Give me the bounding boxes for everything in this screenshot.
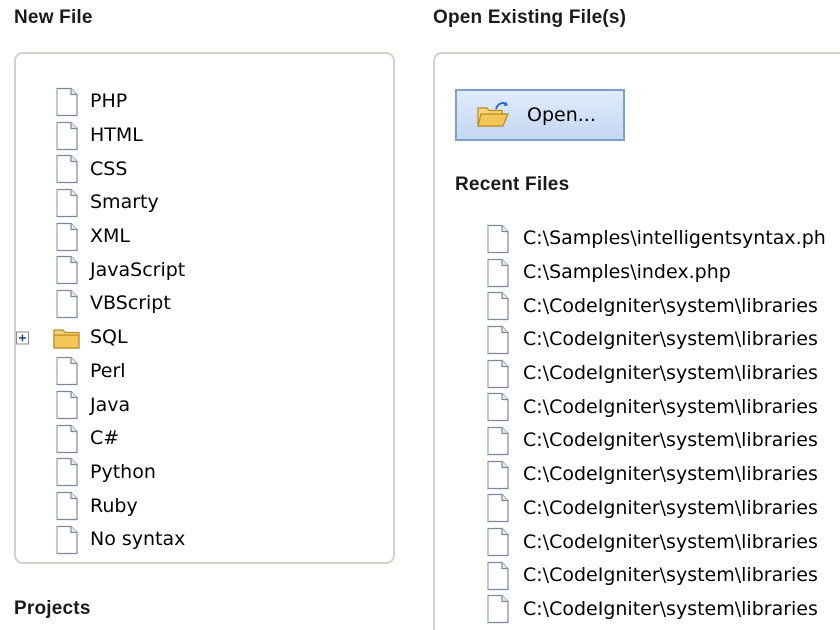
open-existing-heading: Open Existing File(s) [433,7,627,28]
expand-plus-icon[interactable] [16,331,29,344]
document-icon [483,392,513,422]
recent-file-path: C:\CodeIgniter\system\libraries [523,496,818,519]
document-icon [483,359,513,389]
document-icon [483,426,513,456]
new-file-item-label: PHP [90,90,128,113]
new-file-item-label: Java [90,393,131,416]
recent-file-path: C:\CodeIgniter\system\libraries [523,463,818,486]
document-icon [483,224,513,254]
open-button[interactable]: Open... [455,89,625,141]
new-file-item-java[interactable]: Java [52,388,185,422]
document-icon [52,457,82,487]
document-icon [483,291,513,321]
document-icon [52,289,82,319]
open-button-label: Open... [527,103,596,126]
open-folder-icon [475,100,511,130]
new-file-heading: New File [14,7,93,28]
new-file-item-sql[interactable]: SQL [52,321,185,355]
new-file-item-label: HTML [90,124,143,147]
recent-files-heading: Recent Files [455,174,570,195]
recent-file-item[interactable]: C:\CodeIgniter\system\libraries [483,424,826,458]
new-file-item-label: SQL [90,326,128,349]
new-file-item-no-syntax[interactable]: No syntax [52,523,185,557]
document-icon [52,222,82,252]
document-icon [483,325,513,355]
document-icon [483,460,513,490]
document-icon [483,594,513,624]
new-file-item-label: Python [90,460,156,483]
document-icon [483,527,513,557]
document-icon [483,561,513,591]
recent-file-item[interactable]: C:\CodeIgniter\system\libraries [483,525,826,559]
new-file-item-ruby[interactable]: Ruby [52,489,185,523]
document-icon [52,525,82,555]
new-file-item-css[interactable]: CSS [52,152,185,186]
new-file-item-label: CSS [90,157,128,180]
recent-file-item[interactable]: C:\Samples\index.php [483,256,826,290]
new-file-item-php[interactable]: PHP [52,85,185,119]
projects-heading: Projects [14,598,91,619]
recent-file-path: C:\CodeIgniter\system\libraries [523,294,818,317]
document-icon [52,390,82,420]
recent-files-list: C:\Samples\intelligentsyntax.ph C:\Sampl… [483,222,826,626]
folder-icon [52,323,82,353]
document-icon [483,493,513,523]
recent-file-item[interactable]: C:\Samples\intelligentsyntax.ph [483,222,826,256]
new-file-item-label: No syntax [90,528,186,551]
recent-file-path: C:\CodeIgniter\system\libraries [523,530,818,553]
new-file-item-vbscript[interactable]: VBScript [52,287,185,321]
recent-file-path: C:\CodeIgniter\system\libraries [523,597,818,620]
open-existing-panel: Open... Recent Files C:\Samples\intellig… [433,52,840,630]
recent-file-item[interactable]: C:\CodeIgniter\system\libraries [483,323,826,357]
new-file-item-label: XML [90,225,130,248]
new-file-item-csharp[interactable]: C# [52,422,185,456]
new-file-item-label: Smarty [90,191,159,214]
new-file-tree: PHP HTML CSS Smarty XML JavaScript VBScr… [52,85,185,557]
recent-file-item[interactable]: C:\CodeIgniter\system\libraries [483,559,826,593]
recent-file-item[interactable]: C:\CodeIgniter\system\libraries [483,593,826,627]
recent-file-path: C:\CodeIgniter\system\libraries [523,328,818,351]
new-file-item-perl[interactable]: Perl [52,355,185,389]
new-file-item-javascript[interactable]: JavaScript [52,253,185,287]
recent-file-item[interactable]: C:\CodeIgniter\system\libraries [483,289,826,323]
recent-file-item[interactable]: C:\CodeIgniter\system\libraries [483,492,826,526]
new-file-item-smarty[interactable]: Smarty [52,186,185,220]
recent-file-item[interactable]: C:\CodeIgniter\system\libraries [483,357,826,391]
document-icon [52,491,82,521]
new-file-item-html[interactable]: HTML [52,119,185,153]
document-icon [52,154,82,184]
new-file-item-label: JavaScript [90,258,186,281]
new-file-item-label: Ruby [90,494,138,517]
recent-file-path: C:\Samples\index.php [523,261,731,284]
document-icon [52,356,82,386]
recent-file-item[interactable]: C:\CodeIgniter\system\libraries [483,458,826,492]
new-file-item-label: C# [90,427,120,450]
recent-file-path: C:\CodeIgniter\system\libraries [523,429,818,452]
recent-file-path: C:\Samples\intelligentsyntax.ph [523,227,826,250]
document-icon [52,121,82,151]
document-icon [483,258,513,288]
new-file-item-label: Perl [90,359,126,382]
recent-file-path: C:\CodeIgniter\system\libraries [523,395,818,418]
recent-file-path: C:\CodeIgniter\system\libraries [523,564,818,587]
recent-file-path: C:\CodeIgniter\system\libraries [523,362,818,385]
document-icon [52,424,82,454]
new-file-item-python[interactable]: Python [52,456,185,490]
document-icon [52,255,82,285]
new-file-item-label: VBScript [90,292,171,315]
recent-file-item[interactable]: C:\CodeIgniter\system\libraries [483,390,826,424]
new-file-item-xml[interactable]: XML [52,220,185,254]
start-page: New File PHP HTML CSS Smarty XML JavaScr… [0,0,840,630]
new-file-panel: PHP HTML CSS Smarty XML JavaScript VBScr… [14,52,395,564]
document-icon [52,87,82,117]
document-icon [52,188,82,218]
